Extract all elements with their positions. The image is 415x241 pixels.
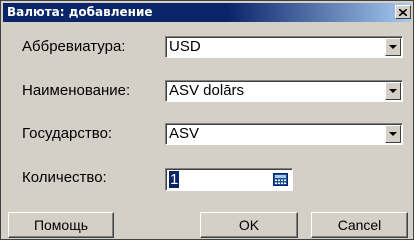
cancel-button[interactable]: Cancel bbox=[311, 212, 408, 238]
ok-button[interactable]: OK bbox=[200, 212, 298, 238]
name-label: Наименование: bbox=[22, 82, 131, 99]
abbreviation-label: Аббревиатура: bbox=[22, 38, 126, 55]
country-dropdown-button[interactable] bbox=[385, 125, 401, 143]
dialog-title: Валюта: добавление bbox=[7, 5, 153, 19]
calculator-icon bbox=[273, 173, 288, 186]
country-combobox[interactable]: ASV bbox=[165, 123, 403, 145]
name-combobox[interactable]: ASV dolārs bbox=[165, 80, 403, 102]
dialog-title-bar[interactable]: Валюта: добавление bbox=[3, 3, 411, 22]
close-icon bbox=[399, 8, 407, 16]
chevron-down-icon bbox=[389, 89, 397, 93]
chevron-down-icon bbox=[389, 45, 397, 49]
country-label: Государство: bbox=[22, 125, 113, 142]
quantity-input[interactable]: 1 bbox=[165, 168, 293, 191]
calculator-button[interactable] bbox=[272, 171, 289, 188]
quantity-value: 1 bbox=[169, 171, 180, 188]
abbreviation-combobox[interactable]: USD bbox=[165, 36, 403, 58]
close-button[interactable] bbox=[395, 5, 411, 19]
abbreviation-dropdown-button[interactable] bbox=[385, 38, 401, 56]
country-value: ASV bbox=[169, 125, 200, 142]
chevron-down-icon bbox=[389, 132, 397, 136]
quantity-label: Количество: bbox=[22, 169, 107, 186]
abbreviation-value: USD bbox=[169, 38, 201, 55]
name-value: ASV dolārs bbox=[169, 82, 245, 99]
currency-add-dialog: Валюта: добавление Аббревиатура: USD Наи… bbox=[0, 0, 414, 240]
name-dropdown-button[interactable] bbox=[385, 82, 401, 100]
help-button[interactable]: Помощь bbox=[8, 212, 114, 238]
